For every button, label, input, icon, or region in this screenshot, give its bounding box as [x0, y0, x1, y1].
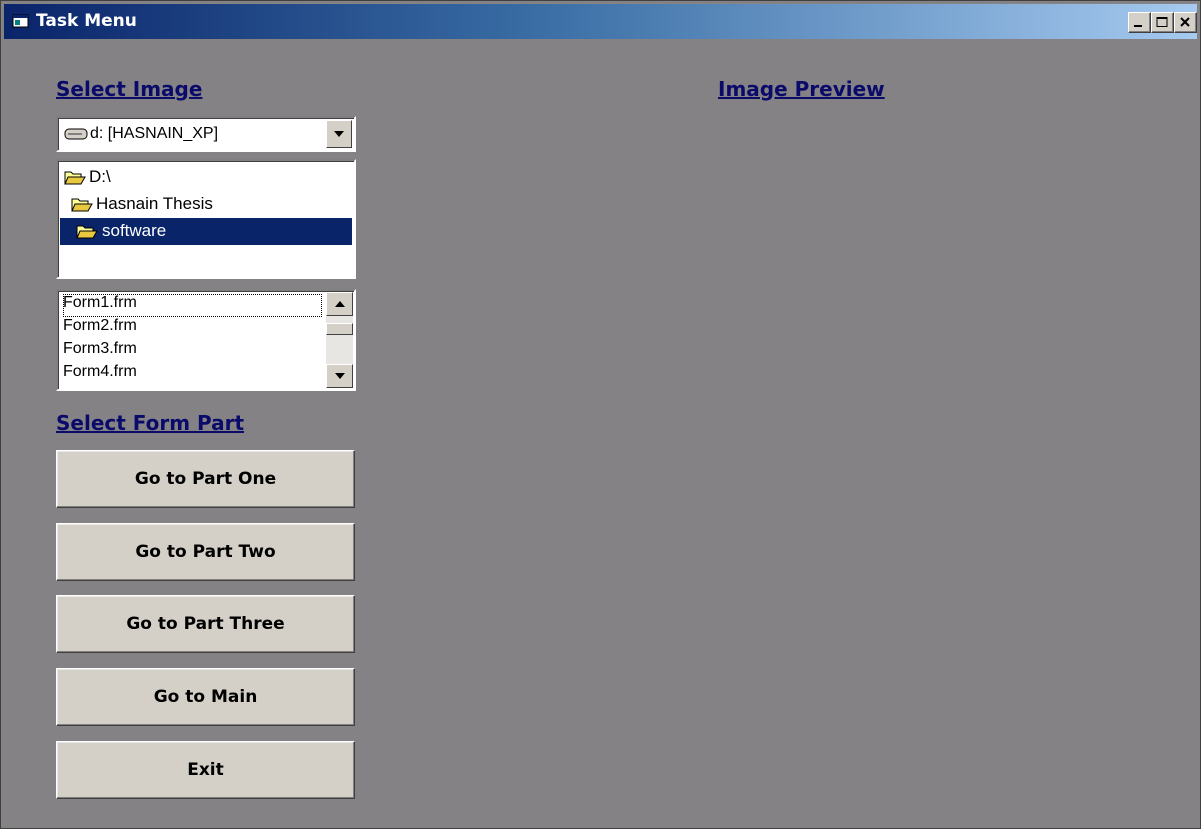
open-folder-icon: [71, 198, 93, 212]
select-image-heading: Select Image: [56, 77, 203, 101]
scroll-up-button[interactable]: [326, 292, 353, 316]
directory-item-label: D:\: [89, 167, 111, 186]
go-to-part-one-button[interactable]: Go to Part One: [56, 450, 355, 508]
maximize-icon: [1156, 17, 1168, 27]
go-to-part-three-button[interactable]: Go to Part Three: [56, 595, 355, 653]
image-preview-heading: Image Preview: [718, 77, 885, 101]
directory-item-root[interactable]: D:\: [60, 164, 352, 191]
scroll-down-button[interactable]: [326, 364, 353, 388]
directory-item-label: software: [102, 221, 167, 240]
select-form-part-heading: Select Form Part: [56, 411, 245, 435]
chevron-down-icon: [334, 131, 344, 137]
arrow-down-icon: [335, 373, 345, 379]
drive-value: d: [HASNAIN_XP]: [90, 125, 219, 142]
directory-item-software[interactable]: software: [60, 218, 352, 245]
open-folder-icon: [64, 171, 86, 185]
file-item[interactable]: Form3.frm: [63, 340, 322, 363]
exit-button[interactable]: Exit: [56, 741, 355, 799]
scroll-thumb[interactable]: [326, 323, 353, 336]
app-icon: [12, 14, 29, 28]
go-to-main-button[interactable]: Go to Main: [56, 668, 355, 726]
title-bar[interactable]: Task Menu: [4, 4, 1197, 39]
minimize-icon: [1134, 25, 1142, 27]
drive-list[interactable]: d: [HASNAIN_XP]: [56, 116, 356, 152]
file-list[interactable]: Form1.frm Form2.frm Form3.frm Form4.frm: [56, 289, 356, 391]
window-title: Task Menu: [36, 11, 137, 31]
minimize-button[interactable]: [1128, 12, 1151, 33]
file-item[interactable]: Form4.frm: [63, 363, 322, 386]
close-button[interactable]: [1174, 12, 1197, 33]
directory-item-label: Hasnain Thesis: [96, 194, 213, 213]
file-item[interactable]: Form2.frm: [63, 317, 322, 340]
maximize-button[interactable]: [1151, 12, 1174, 33]
go-to-part-two-button[interactable]: Go to Part Two: [56, 523, 355, 581]
arrow-up-icon: [335, 301, 345, 307]
drive-icon: [64, 128, 88, 140]
directory-list[interactable]: D:\ Hasnain Thesis software: [56, 159, 356, 279]
drive-dropdown-button[interactable]: [326, 120, 352, 148]
task-menu-window: Task Menu Select Image Image Preview d: …: [0, 0, 1201, 829]
file-item[interactable]: Form1.frm: [63, 294, 322, 317]
close-icon: [1180, 17, 1190, 27]
directory-item-hasnain-thesis[interactable]: Hasnain Thesis: [60, 191, 352, 218]
file-list-scrollbar[interactable]: [326, 292, 353, 388]
open-folder-icon: [76, 225, 98, 239]
